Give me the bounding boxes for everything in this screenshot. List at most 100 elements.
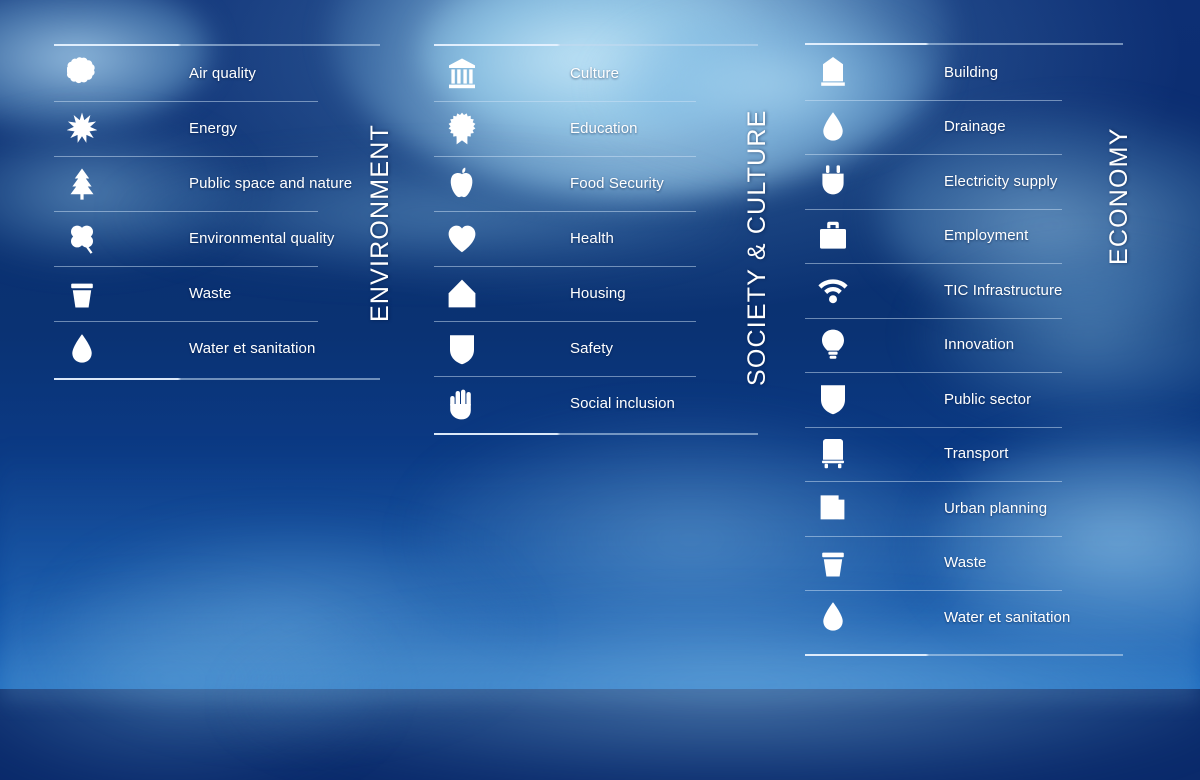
row-divider <box>805 99 1062 101</box>
domain-item-urban-planning[interactable]: Urban planning <box>805 481 1123 536</box>
row-divider <box>805 426 1062 428</box>
water-drop-icon <box>805 110 861 144</box>
trash-bin-icon <box>805 546 861 580</box>
water-drop-icon <box>54 332 110 366</box>
domain-item-employment[interactable]: Employment <box>805 208 1123 264</box>
row-divider <box>54 266 318 267</box>
domain-item-label: Food Security <box>570 175 664 192</box>
row-divider <box>805 208 1062 210</box>
domain-item-water-et-sanitation[interactable]: Water et sanitation <box>54 321 380 376</box>
trash-bin-icon <box>54 277 110 311</box>
domain-item-innovation[interactable]: Innovation <box>805 317 1123 373</box>
row-divider <box>805 317 1062 319</box>
row-divider <box>805 590 1062 591</box>
domain-item-drainage[interactable]: Drainage <box>805 99 1123 155</box>
column-bottom-rule <box>54 378 380 380</box>
domain-item-label: Culture <box>570 65 620 82</box>
domain-item-safety[interactable]: Safety <box>434 321 758 376</box>
row-divider <box>434 321 696 322</box>
domain-item-label: Electricity supply <box>944 172 1058 190</box>
domain-item-label: Innovation <box>944 336 1015 354</box>
row-divider <box>805 154 1062 155</box>
domain-item-building[interactable]: Building <box>805 45 1123 100</box>
domain-item-health[interactable]: Health <box>434 211 758 266</box>
column-bottom-rule <box>434 433 758 435</box>
row-divider <box>434 211 696 212</box>
domain-item-public-space-and-nature[interactable]: Public space and nature <box>54 156 380 211</box>
briefcase-icon <box>805 219 861 253</box>
domain-item-water-et-sanitation[interactable]: Water et sanitation <box>805 590 1123 645</box>
row-divider <box>805 481 1062 482</box>
category-item-list: Culture Education Food Security Health Housi… <box>434 46 758 431</box>
sun-burst-icon <box>54 112 110 146</box>
domain-item-public-sector[interactable]: Public sector <box>805 372 1123 427</box>
building-icon <box>805 55 861 89</box>
domain-item-education[interactable]: Education <box>434 101 758 156</box>
domain-board: Air quality Energy Public space and nature… <box>0 0 1200 689</box>
domain-item-label: TIC Infrastructure <box>944 281 1063 299</box>
domain-item-label: Social inclusion <box>570 395 675 412</box>
domain-item-waste[interactable]: Waste <box>805 535 1123 591</box>
domain-item-waste[interactable]: Waste <box>54 266 380 321</box>
bus-icon <box>805 437 861 471</box>
blueprint-roll-icon <box>805 491 861 525</box>
domain-item-tic-infrastructure[interactable]: TIC Infrastructure <box>805 263 1123 318</box>
domain-item-label: Public space and nature <box>189 175 353 192</box>
domain-item-label: Water et sanitation <box>944 608 1071 626</box>
domain-item-social-inclusion[interactable]: Social inclusion <box>434 376 758 431</box>
column-bottom-rule <box>805 654 1123 656</box>
power-plug-icon <box>805 164 861 198</box>
shield-icon <box>805 382 861 416</box>
domain-item-label: Building <box>944 63 999 81</box>
domain-item-label: Transport <box>944 445 1009 463</box>
domain-item-label: Safety <box>570 340 614 357</box>
award-rosette-icon <box>434 112 490 146</box>
domain-item-environmental-quality[interactable]: Environmental quality <box>54 211 380 266</box>
domain-item-air-quality[interactable]: Air quality <box>54 46 380 101</box>
water-drop-icon <box>805 600 861 634</box>
domain-item-label: Environmental quality <box>189 230 335 247</box>
open-hand-icon <box>434 387 490 421</box>
row-divider <box>434 101 696 102</box>
classical-building-icon <box>434 57 490 91</box>
domain-item-energy[interactable]: Energy <box>54 101 380 156</box>
heart-icon <box>434 222 490 256</box>
domain-item-label: Water et sanitation <box>189 340 316 357</box>
domain-item-electricity-supply[interactable]: Electricity supply <box>805 154 1123 209</box>
wifi-icon <box>805 273 861 307</box>
domain-item-label: Energy <box>189 120 238 137</box>
apple-icon <box>434 167 490 201</box>
house-icon <box>434 277 490 311</box>
category-item-list: Air quality Energy Public space and nature… <box>54 46 380 376</box>
domain-item-label: Health <box>570 230 614 247</box>
domain-item-housing[interactable]: Housing <box>434 266 758 321</box>
domain-item-label: Housing <box>570 285 626 302</box>
clover-leaf-icon <box>54 222 110 256</box>
domain-item-label: Urban planning <box>944 499 1048 517</box>
domain-item-label: Air quality <box>189 65 256 82</box>
domain-item-label: Waste <box>189 285 232 302</box>
domain-item-food-security[interactable]: Food Security <box>434 156 758 211</box>
domain-item-label: Public sector <box>944 390 1032 408</box>
domain-item-label: Waste <box>944 554 987 572</box>
domain-item-culture[interactable]: Culture <box>434 46 758 101</box>
row-divider <box>805 535 1062 537</box>
domain-item-label: Employment <box>944 227 1029 245</box>
shield-icon <box>434 332 490 366</box>
row-divider <box>54 321 318 322</box>
row-divider <box>54 211 318 212</box>
domain-item-transport[interactable]: Transport <box>805 426 1123 482</box>
tree-icon <box>54 167 110 201</box>
row-divider <box>805 263 1062 264</box>
row-divider <box>434 156 696 157</box>
row-divider <box>54 156 318 157</box>
lightbulb-icon <box>805 328 861 362</box>
row-divider <box>805 372 1062 373</box>
row-divider <box>434 376 696 377</box>
domain-item-label: Drainage <box>944 118 1006 136</box>
domain-item-label: Education <box>570 120 638 137</box>
row-divider <box>434 266 696 267</box>
category-item-list: Building Drainage Electricity supply Employ… <box>805 45 1123 645</box>
row-divider <box>54 101 318 102</box>
cloud-blob-icon <box>54 56 110 91</box>
